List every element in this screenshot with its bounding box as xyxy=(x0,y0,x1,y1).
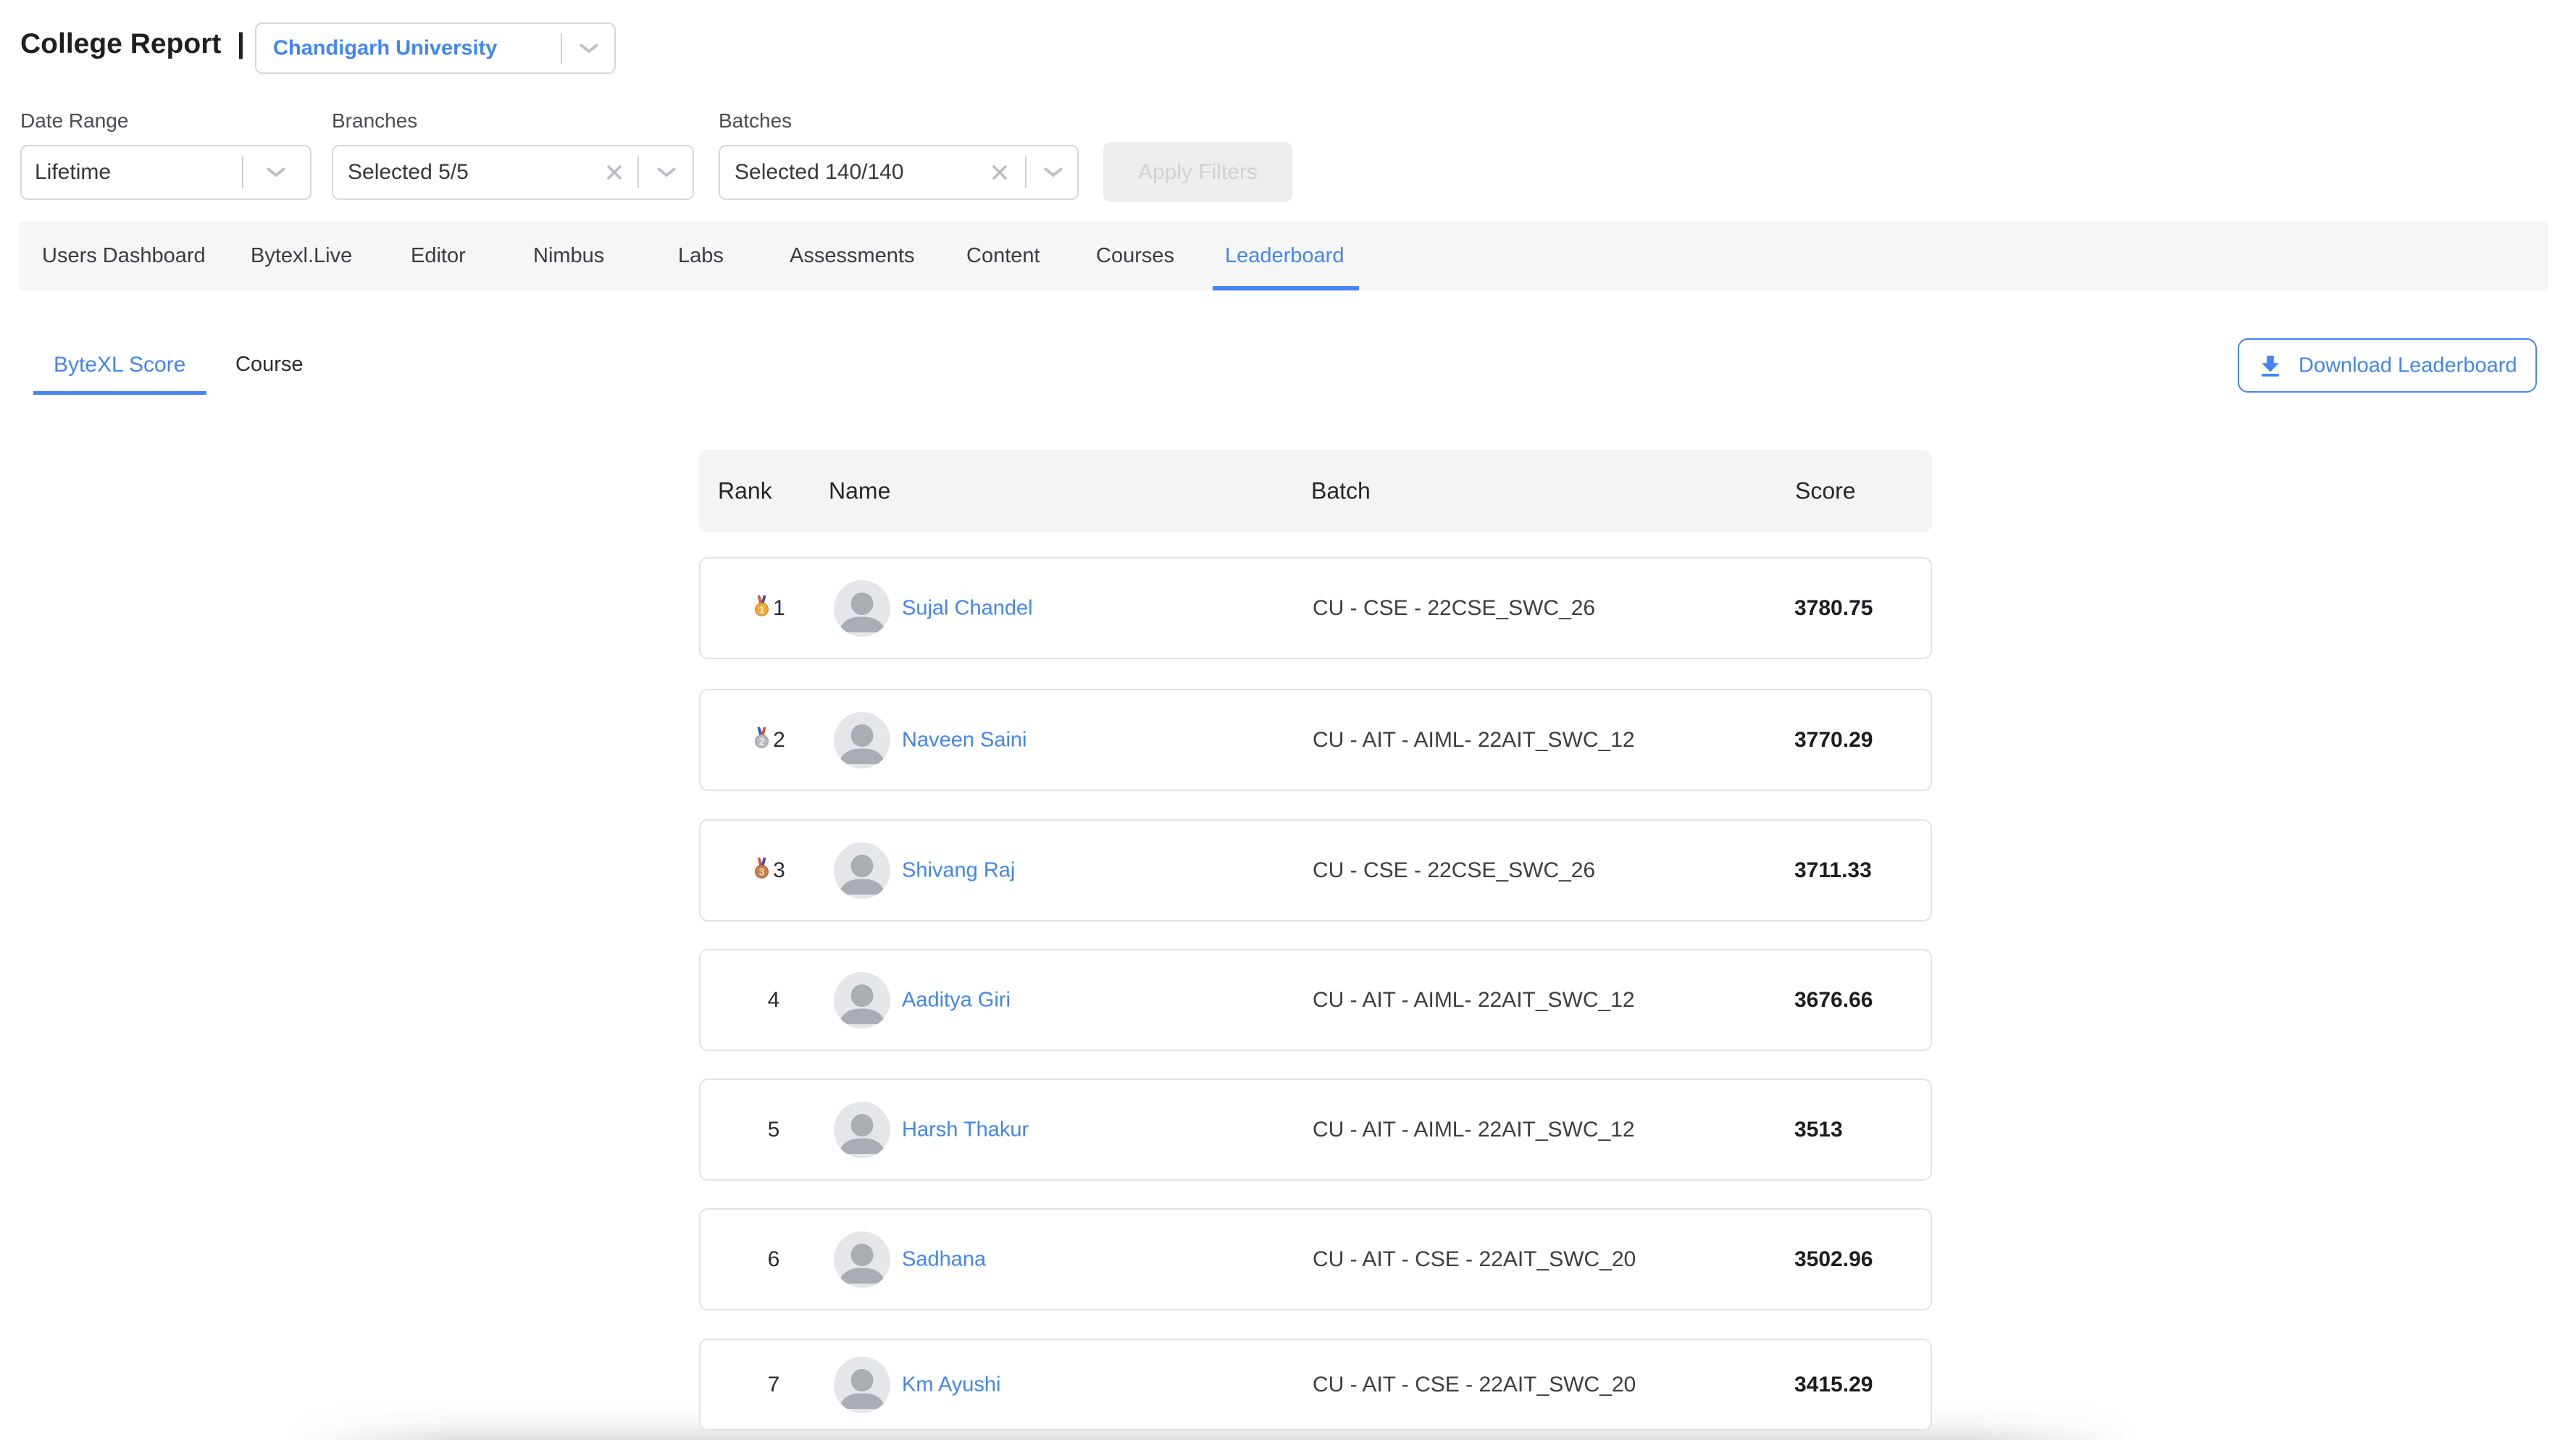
svg-text:1: 1 xyxy=(759,603,765,615)
svg-text:3: 3 xyxy=(759,866,765,877)
svg-text:2: 2 xyxy=(759,735,765,747)
